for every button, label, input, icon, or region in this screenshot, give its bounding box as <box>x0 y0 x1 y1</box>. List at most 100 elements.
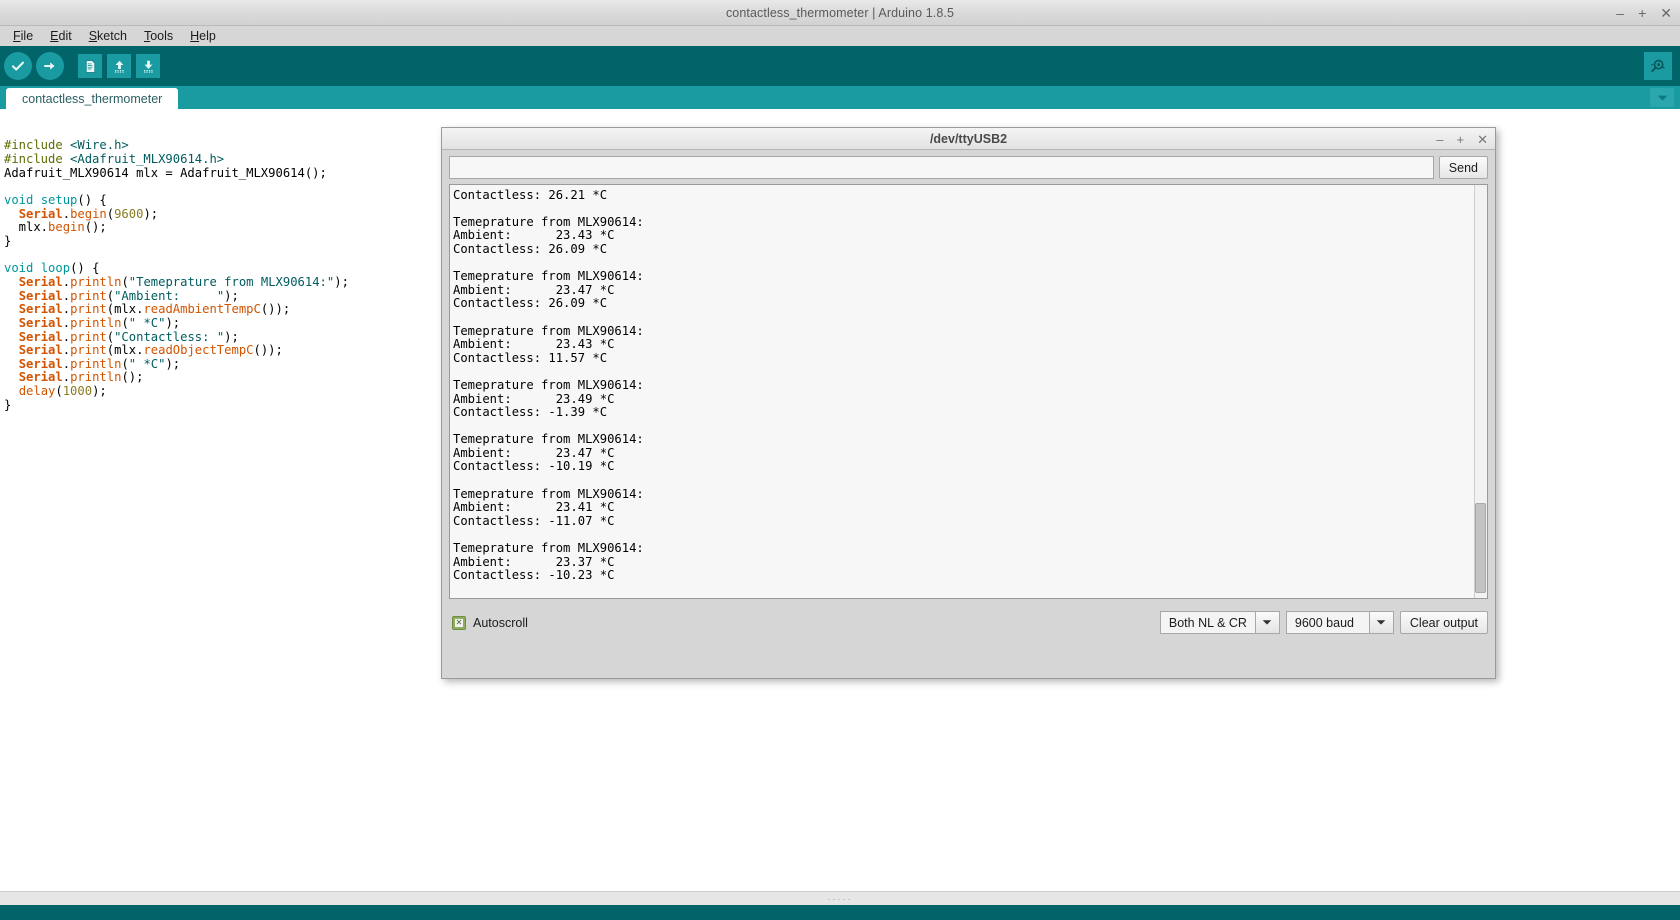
status-bar <box>0 905 1680 920</box>
code-token: ); <box>165 356 181 371</box>
verify-button[interactable] <box>4 52 32 80</box>
menubar: File Edit Sketch Tools Help <box>0 26 1680 46</box>
menu-item-tools[interactable]: Tools <box>137 28 180 44</box>
code-token: . <box>62 329 71 344</box>
code-token: . <box>62 274 71 289</box>
serial-monitor-button[interactable] <box>1644 52 1672 80</box>
serial-monitor-bottom-bar: ✕ Autoscroll Both NL & CR 9600 baud Clea… <box>442 599 1495 639</box>
code-token: . <box>62 302 71 317</box>
code-token: . <box>62 315 71 330</box>
new-file-icon <box>85 59 95 73</box>
code-token: . <box>62 370 71 385</box>
serial-monitor-maximize-icon[interactable]: + <box>1457 133 1465 146</box>
code-token: loop <box>40 261 71 276</box>
code-token: delay <box>18 384 56 399</box>
console-drag-handle[interactable]: ····· <box>0 891 1680 905</box>
menu-item-help[interactable]: Help <box>183 28 223 44</box>
code-token: (mlx. <box>106 343 144 358</box>
code-token: 9600 <box>114 206 144 221</box>
code-token: "Ambient: " <box>114 288 225 303</box>
code-token: ( <box>106 329 115 344</box>
serial-output-text: Ambient: 23.45 *C Contactless: 26.21 *C … <box>453 185 644 583</box>
arrow-up-icon <box>114 60 124 73</box>
arduino-ide-window: contactless_thermometer | Arduino 1.8.5 … <box>0 0 1680 920</box>
window-controls: – + ✕ <box>1616 0 1672 26</box>
serial-monitor-controls: Both NL & CR 9600 baud Clear output <box>1159 611 1488 634</box>
code-token: "Contactless: " <box>114 329 225 344</box>
serial-monitor-title: /dev/ttyUSB2 <box>929 131 1008 146</box>
code-token: #include <box>4 151 71 166</box>
tab-menu-button[interactable] <box>1650 88 1674 107</box>
serial-monitor-window-controls: – + ✕ <box>1436 128 1488 150</box>
checkbox-box: ✕ <box>452 615 466 630</box>
code-token: () { <box>70 261 100 276</box>
baud-rate-select[interactable]: 9600 baud <box>1285 611 1394 634</box>
code-token: ); <box>224 288 239 303</box>
menu-item-file[interactable]: File <box>6 28 40 44</box>
minimize-icon[interactable]: – <box>1616 6 1624 20</box>
code-token: <Wire.h> <box>70 138 129 153</box>
baud-rate-chevron-down-icon[interactable] <box>1368 611 1394 634</box>
code-token: Serial <box>18 315 63 330</box>
arrow-right-icon <box>43 62 55 70</box>
code-token: () { <box>77 192 107 207</box>
code-token: <Adafruit_MLX90614.h> <box>70 151 225 166</box>
magnifier-icon <box>1651 59 1665 73</box>
code-token: ); <box>143 206 159 221</box>
line-ending-chevron-down-icon[interactable] <box>1254 611 1280 634</box>
code-token: 1000 <box>62 384 93 399</box>
code-token: (); <box>84 220 107 235</box>
tab-strip: contactless_thermometer <box>0 86 1680 109</box>
code-token: print <box>70 343 107 358</box>
scrollbar-thumb[interactable] <box>1475 503 1486 593</box>
menu-item-edit[interactable]: Edit <box>43 28 79 44</box>
tab-contactless-thermometer[interactable]: contactless_thermometer <box>6 88 179 109</box>
code-token: (mlx. <box>106 302 144 317</box>
clear-output-button[interactable]: Clear output <box>1399 611 1488 634</box>
chevron-down-icon <box>1377 620 1386 625</box>
code-token: ( <box>106 288 115 303</box>
code-token: Serial <box>18 206 63 221</box>
code-token: #include <box>4 138 71 153</box>
chevron-down-icon <box>1263 620 1272 625</box>
menu-item-sketch[interactable]: Sketch <box>82 28 134 44</box>
code-token: . <box>62 343 71 358</box>
serial-output-scrollbar[interactable] <box>1474 185 1487 598</box>
code-token: . <box>62 288 71 303</box>
serial-monitor-close-icon[interactable]: ✕ <box>1477 133 1488 146</box>
baud-rate-value: 9600 baud <box>1285 611 1369 634</box>
code-token: readObjectTempC <box>143 343 254 358</box>
code-token: println <box>70 315 122 330</box>
save-sketch-button[interactable] <box>136 54 160 78</box>
upload-button[interactable] <box>36 52 64 80</box>
serial-send-input[interactable] <box>449 156 1434 179</box>
close-icon[interactable]: ✕ <box>1660 6 1672 20</box>
code-token: print <box>70 329 107 344</box>
serial-monitor-minimize-icon[interactable]: – <box>1436 133 1443 146</box>
code-token: ()); <box>260 302 291 317</box>
line-ending-select[interactable]: Both NL & CR <box>1159 611 1280 634</box>
open-sketch-button[interactable] <box>107 54 131 78</box>
send-button[interactable]: Send <box>1438 156 1488 179</box>
maximize-icon[interactable]: + <box>1638 6 1646 20</box>
code-token: ); <box>92 384 107 399</box>
new-sketch-button[interactable] <box>78 54 102 78</box>
ide-toolbar <box>0 46 1680 86</box>
code-token: begin <box>48 220 85 235</box>
code-token: Serial <box>18 302 63 317</box>
checkbox-check-icon: ✕ <box>455 617 463 627</box>
code-token: ); <box>165 315 181 330</box>
window-title: contactless_thermometer | Arduino 1.8.5 <box>725 5 955 20</box>
autoscroll-label: Autoscroll <box>473 615 528 630</box>
code-token: print <box>70 288 107 303</box>
code-token: mlx. <box>4 220 49 235</box>
autoscroll-checkbox[interactable]: ✕ Autoscroll <box>452 615 528 630</box>
